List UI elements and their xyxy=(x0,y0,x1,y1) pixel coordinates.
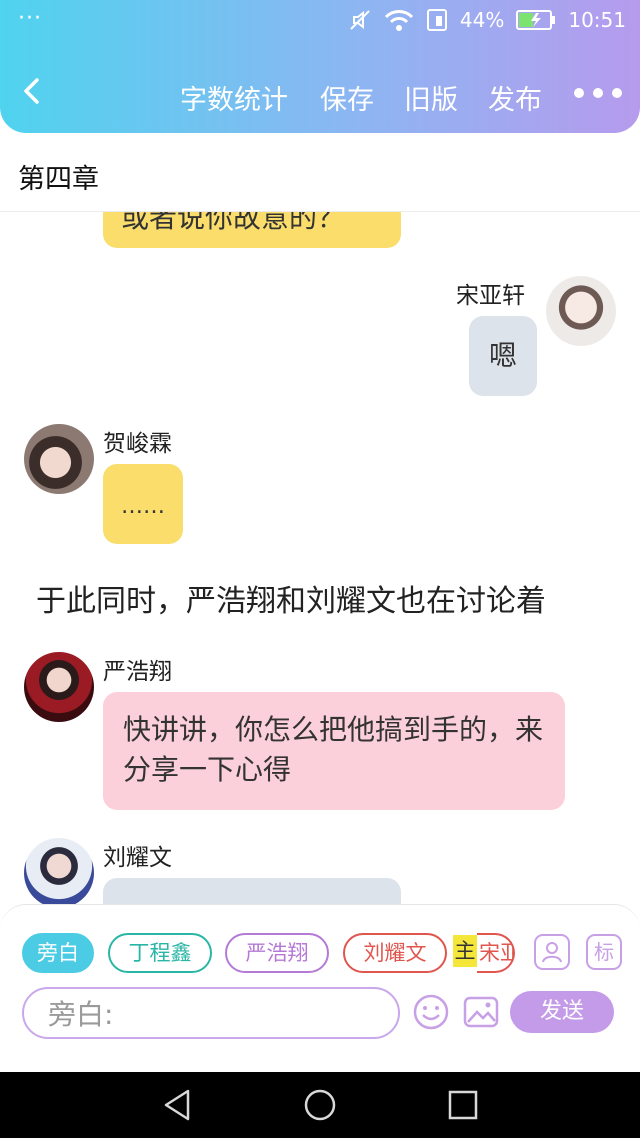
word-count-button[interactable]: 字数统计 xyxy=(180,78,288,117)
emoji-icon[interactable] xyxy=(412,993,450,1031)
message-input[interactable] xyxy=(22,987,400,1039)
chat-content[interactable]: 或者说你故意的？ 宋亚轩 嗯 贺峻霖 …… 于此同时，严浩翔和刘耀文也在讨论着 … xyxy=(0,212,640,906)
app-header: ··· 44% 10:51 字数统计 保存 旧版 发布 xyxy=(0,0,640,133)
avatar-hejunlin[interactable] xyxy=(24,424,94,494)
tag-icon[interactable]: 标 xyxy=(586,934,622,970)
contact-icon[interactable] xyxy=(534,934,570,970)
narration-text[interactable]: 于此同时，严浩翔和刘耀文也在讨论着 xyxy=(36,576,546,620)
message-bubble[interactable]: 嗯 xyxy=(469,316,537,396)
sender-name: 宋亚轩 xyxy=(456,283,525,309)
message-composer: 旁白 丁程鑫 严浩翔 刘耀文 主 宋亚 标 发送 xyxy=(0,904,640,1041)
battery-icon xyxy=(516,10,556,30)
wifi-icon xyxy=(384,10,413,31)
chip-narrator[interactable]: 旁白 xyxy=(22,933,94,973)
message-bubble[interactable]: …… xyxy=(103,464,183,544)
chip-yanhaoxiang[interactable]: 严浩翔 xyxy=(225,933,329,973)
chip-dingchengxin[interactable]: 丁程鑫 xyxy=(108,933,212,973)
notification-dots: ··· xyxy=(18,6,42,31)
nav-recents-icon[interactable] xyxy=(446,1088,480,1122)
sender-name: 贺峻霖 xyxy=(103,431,172,457)
main-tag[interactable]: 主 xyxy=(453,935,477,967)
mute-icon xyxy=(350,10,370,30)
save-button[interactable]: 保存 xyxy=(320,78,374,117)
battery-percent: 44% xyxy=(459,8,505,32)
chapter-title-bar[interactable]: 第四章 xyxy=(0,133,640,212)
message-input-field[interactable] xyxy=(46,996,380,1032)
avatar-songyaxuan[interactable] xyxy=(546,276,616,346)
sim-icon xyxy=(426,9,447,31)
chip-liuyaowen[interactable]: 刘耀文 xyxy=(343,933,447,973)
chip-songyaxuan[interactable]: 宋亚 xyxy=(477,933,515,973)
back-arrow-icon[interactable] xyxy=(18,76,48,106)
message-bubble[interactable]: 快讲讲，你怎么把他搞到手的，来分享一下心得 xyxy=(103,692,565,810)
nav-back-icon[interactable] xyxy=(160,1088,194,1122)
image-icon[interactable] xyxy=(462,993,500,1031)
publish-button[interactable]: 发布 xyxy=(488,78,542,117)
old-version-button[interactable]: 旧版 xyxy=(404,78,458,117)
more-menu-icon[interactable] xyxy=(574,88,622,98)
editor-toolbar: 字数统计 保存 旧版 发布 xyxy=(0,66,640,126)
nav-home-icon[interactable] xyxy=(303,1088,337,1122)
message-bubble[interactable]: 或者说你故意的？ xyxy=(103,212,401,248)
status-bar: ··· 44% 10:51 xyxy=(0,0,640,44)
sender-name: 刘耀文 xyxy=(103,845,172,871)
avatar-yanhaoxiang[interactable] xyxy=(24,652,94,722)
system-nav-bar xyxy=(0,1072,640,1138)
chapter-title: 第四章 xyxy=(18,164,99,195)
sender-name: 严浩翔 xyxy=(103,659,172,685)
send-button[interactable]: 发送 xyxy=(510,991,614,1033)
message-bubble[interactable] xyxy=(103,878,401,906)
avatar-liuyaowen[interactable] xyxy=(24,838,94,906)
clock: 10:51 xyxy=(568,8,626,32)
